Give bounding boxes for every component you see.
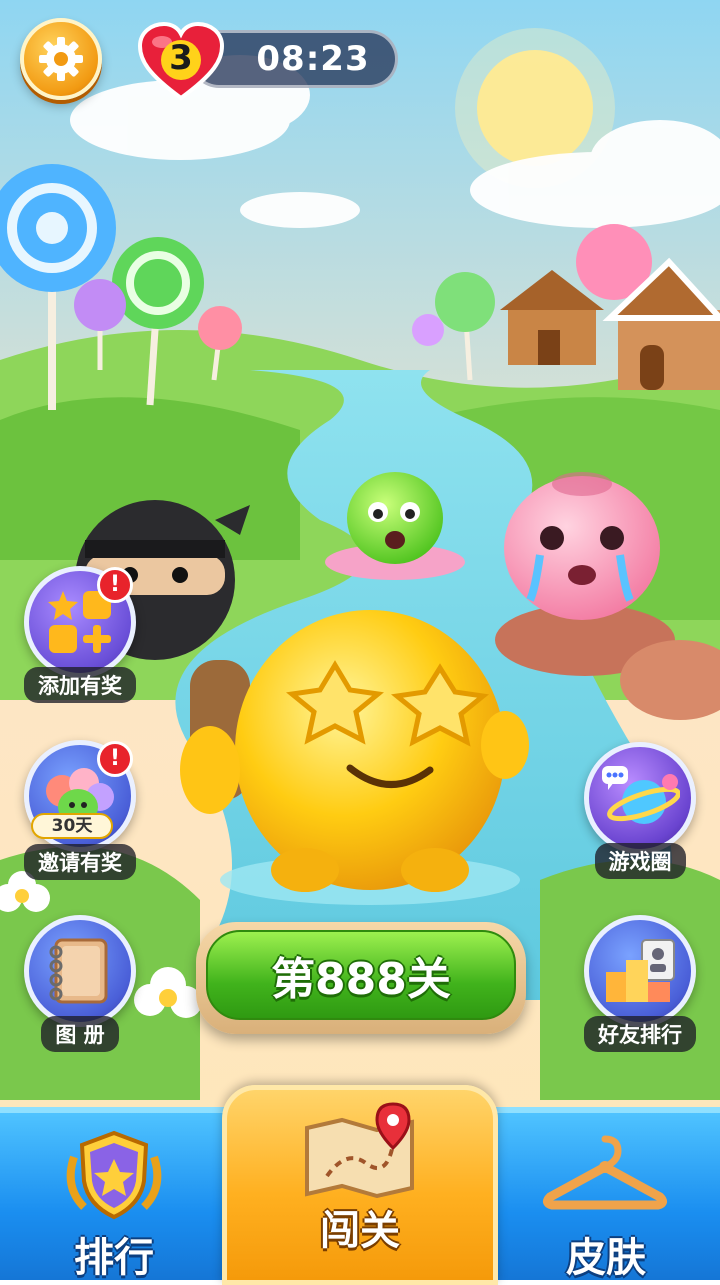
trophy-shield-icon <box>66 1130 162 1220</box>
level-label: 第888关 <box>271 954 451 1005</box>
tab-ranking-label: 排行 <box>74 1235 154 1281</box>
invite-reward-label: 邀请有奖 <box>24 844 136 880</box>
hanger-icon <box>542 1135 668 1210</box>
game-circle-button[interactable]: 游戏圈 <box>580 742 700 879</box>
tab-skins[interactable]: 皮肤 <box>492 1107 720 1281</box>
planet-chat-icon <box>602 766 680 824</box>
treasure-map-icon <box>305 1102 414 1198</box>
lives-indicator[interactable]: 3 <box>138 22 224 102</box>
play-level-button[interactable]: 第888关 <box>196 922 526 1034</box>
timer-text: 08:23 <box>256 39 370 79</box>
tab-levels-label: 闯关 <box>320 1208 400 1254</box>
gear-icon <box>39 37 83 81</box>
game-circle-label: 游戏圈 <box>594 843 686 879</box>
tab-levels[interactable]: 闯关 <box>222 1085 498 1285</box>
album-label: 图 册 <box>41 1016 119 1052</box>
bottom-tab-bar: 排行 皮肤 闯关 <box>0 1085 720 1285</box>
friends-ranking-button[interactable]: 好友排行 <box>580 915 700 1052</box>
days-tag: 30天 <box>31 813 113 839</box>
album-book-icon <box>49 938 108 1004</box>
tab-skins-label: 皮肤 <box>566 1235 646 1281</box>
friends-ranking-icon <box>606 939 675 1002</box>
lives-count: 3 <box>169 38 193 78</box>
friends-ranking-label: 好友排行 <box>584 1016 696 1052</box>
add-reward-button[interactable]: ! 添加有奖 <box>20 566 140 703</box>
settings-button[interactable] <box>20 18 102 100</box>
notification-badge: ! <box>97 741 133 777</box>
notification-badge: ! <box>97 567 133 603</box>
invite-reward-button[interactable]: ! 30天 邀请有奖 <box>20 740 140 880</box>
tab-ranking[interactable]: 排行 <box>0 1107 228 1281</box>
album-button[interactable]: 图 册 <box>20 915 140 1052</box>
add-reward-label: 添加有奖 <box>24 667 136 703</box>
